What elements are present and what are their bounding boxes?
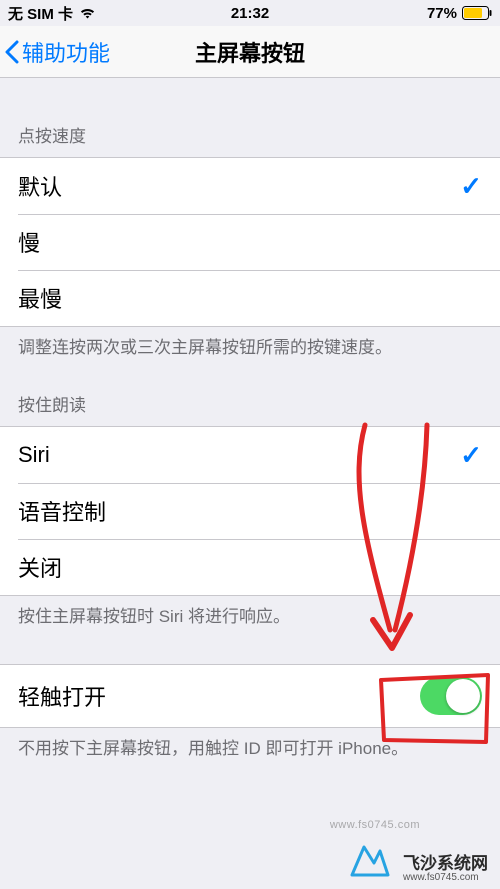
checkmark-icon: ✓	[460, 171, 482, 202]
toggle-knob	[446, 679, 480, 713]
wifi-icon	[79, 7, 96, 19]
watermark-brand-text: 飞沙系统网	[403, 849, 488, 874]
watermark-faint: www.fs0745.com	[330, 819, 420, 831]
option-voice-control[interactable]: 语音控制	[0, 483, 500, 539]
status-bar: 无 SIM 卡 21:32 77%	[0, 0, 500, 26]
checkmark-icon: ✓	[460, 440, 482, 471]
option-label: 语音控制	[18, 495, 106, 527]
option-slow[interactable]: 慢	[0, 214, 500, 270]
option-label: 关闭	[18, 551, 62, 583]
section-header-press-hold: 按住朗读	[0, 371, 500, 426]
option-label: 最慢	[18, 282, 62, 314]
back-label: 辅助功能	[22, 36, 110, 68]
option-slowest[interactable]: 最慢	[0, 270, 500, 326]
group-click-speed: 默认 ✓ 慢 最慢	[0, 157, 500, 327]
section-header-click-speed: 点按速度	[0, 102, 500, 157]
page-title: 主屏幕按钮	[195, 36, 305, 68]
battery-percent: 77%	[427, 5, 457, 22]
time-label: 21:32	[231, 5, 269, 22]
section-footer-press-hold: 按住主屏幕按钮时 Siri 将进行响应。	[0, 596, 500, 640]
watermark-brand: 飞沙系统网 www.fs0745.com	[403, 849, 488, 883]
rest-finger-label: 轻触打开	[18, 680, 106, 712]
nav-bar: 辅助功能 主屏幕按钮	[0, 26, 500, 78]
watermark-logo-icon	[350, 845, 390, 883]
rest-finger-toggle[interactable]	[420, 677, 482, 715]
option-label: Siri	[18, 442, 50, 468]
option-label: 默认	[18, 170, 62, 202]
group-rest-finger: 轻触打开	[0, 664, 500, 728]
watermark-url: www.fs0745.com	[403, 872, 488, 883]
option-off[interactable]: 关闭	[0, 539, 500, 595]
chevron-left-icon	[4, 40, 20, 64]
section-footer-click-speed: 调整连按两次或三次主屏幕按钮所需的按键速度。	[0, 327, 500, 371]
option-label: 慢	[18, 226, 40, 258]
option-default[interactable]: 默认 ✓	[0, 158, 500, 214]
section-footer-rest-finger: 不用按下主屏幕按钮，用触控 ID 即可打开 iPhone。	[0, 728, 500, 772]
battery-icon	[462, 6, 492, 20]
carrier-label: 无 SIM 卡	[8, 3, 73, 24]
group-press-hold: Siri ✓ 语音控制 关闭	[0, 426, 500, 596]
back-button[interactable]: 辅助功能	[0, 36, 110, 68]
option-siri[interactable]: Siri ✓	[0, 427, 500, 483]
row-rest-finger: 轻触打开	[0, 665, 500, 727]
